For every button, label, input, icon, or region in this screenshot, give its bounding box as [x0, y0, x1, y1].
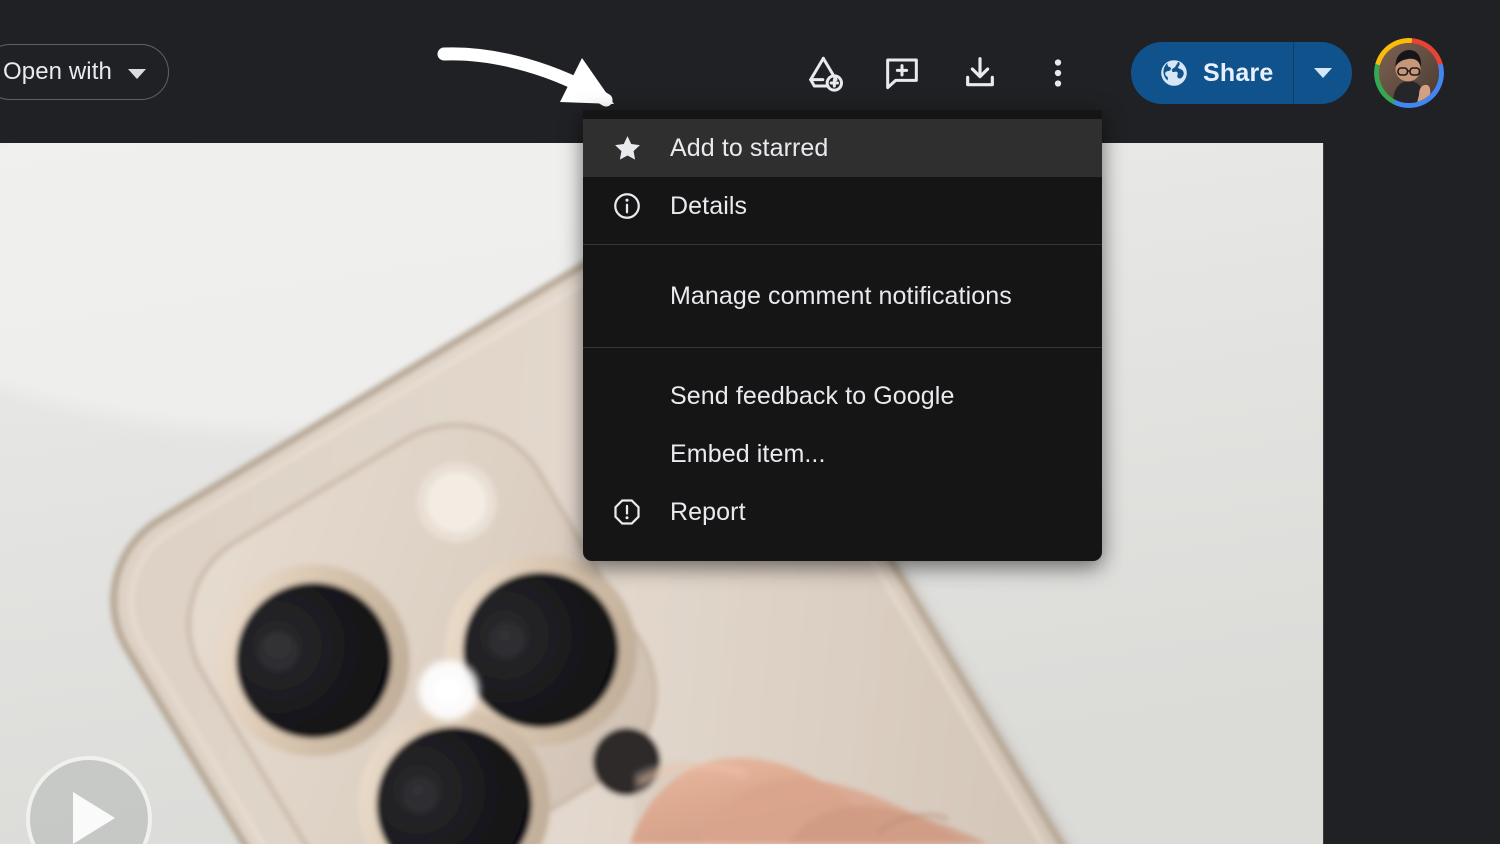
- avatar-photo: [1379, 43, 1439, 103]
- globe-icon: [1161, 60, 1187, 86]
- share-button[interactable]: Share: [1131, 42, 1353, 104]
- menu-group-3: Send feedback to Google Embed item... Re…: [583, 347, 1102, 541]
- open-with-label: Open with: [3, 58, 112, 85]
- menu-item-label: Send feedback to Google: [670, 381, 955, 410]
- share-main[interactable]: Share: [1131, 42, 1295, 104]
- star-icon: [583, 133, 671, 164]
- toolbar-actions: [795, 44, 1087, 102]
- menu-item-send-feedback[interactable]: Send feedback to Google: [583, 367, 1102, 425]
- menu-item-label: Manage comment notifications: [670, 281, 1012, 310]
- menu-item-report[interactable]: Report: [583, 483, 1102, 541]
- more-options-menu: Add to starred Details Manage comment no…: [583, 110, 1102, 561]
- drive-video-preview: Open with Share Add to starred Details M…: [0, 0, 1500, 844]
- more-options-icon[interactable]: [1029, 44, 1087, 102]
- info-icon: [583, 191, 671, 221]
- chevron-down-icon: [1314, 68, 1333, 78]
- play-icon: [73, 792, 115, 844]
- download-icon[interactable]: [951, 44, 1009, 102]
- open-with-button[interactable]: Open with: [0, 44, 169, 100]
- account-avatar[interactable]: [1374, 38, 1444, 108]
- menu-item-embed-item[interactable]: Embed item...: [583, 425, 1102, 483]
- add-comment-icon[interactable]: [873, 44, 931, 102]
- chevron-down-icon: [127, 68, 146, 79]
- share-dropdown-button[interactable]: [1294, 42, 1352, 104]
- menu-item-details[interactable]: Details: [583, 177, 1102, 235]
- share-label: Share: [1203, 58, 1274, 87]
- add-to-drive-icon[interactable]: [795, 44, 853, 102]
- menu-item-manage-comment-notifications[interactable]: Manage comment notifications: [583, 267, 1102, 325]
- curved-arrow-annotation: [437, 47, 614, 107]
- menu-group-2: Manage comment notifications: [583, 244, 1102, 347]
- menu-item-add-to-starred[interactable]: Add to starred: [583, 119, 1102, 177]
- menu-item-label: Embed item...: [670, 439, 826, 468]
- menu-group-1: Add to starred Details: [583, 110, 1102, 244]
- report-icon: [583, 497, 671, 527]
